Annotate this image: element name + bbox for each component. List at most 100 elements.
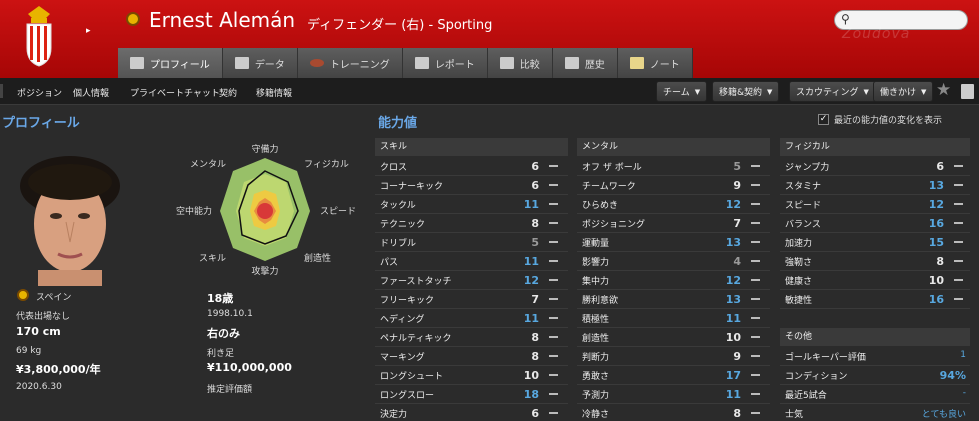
attribute-row[interactable]: バランス 16	[780, 214, 970, 233]
attribute-row[interactable]: コーナーキック 6	[375, 176, 568, 195]
tab-training[interactable]: トレーニング	[297, 48, 403, 78]
no-change-icon	[549, 222, 558, 224]
attribute-value: 9	[733, 350, 741, 363]
attribute-row[interactable]: 集中力 12	[577, 271, 770, 290]
player-menu-arrow-icon[interactable]: ▸	[86, 26, 96, 36]
radar-label: 創造性	[304, 252, 331, 264]
attribute-row[interactable]: 加速力 15	[780, 233, 970, 252]
transfer-contract-dropdown[interactable]: 移籍&契約 ▼	[712, 81, 780, 102]
attribute-row[interactable]: ファーストタッチ 12	[375, 271, 568, 290]
other-row: 士気 とても良い	[780, 404, 970, 421]
attribute-row[interactable]: 積極性 11	[577, 309, 770, 328]
attribute-row[interactable]: スタミナ 13	[780, 176, 970, 195]
attribute-row[interactable]: 勇敢さ 17	[577, 366, 770, 385]
radar-label: 攻撃力	[251, 265, 278, 277]
attribute-row[interactable]: スピード 12	[780, 195, 970, 214]
scouting-dropdown[interactable]: スカウティング ▼	[789, 81, 876, 102]
attribute-row[interactable]: ロングシュート 10	[375, 366, 568, 385]
no-change-icon	[751, 165, 760, 167]
attribute-row[interactable]: ひらめき 12	[577, 195, 770, 214]
attribute-row[interactable]: 創造性 10	[577, 328, 770, 347]
radar-label: 守備力	[251, 143, 278, 155]
tab-compare[interactable]: 比較	[487, 48, 553, 78]
attribute-row[interactable]: タックル 11	[375, 195, 568, 214]
bar-chart-icon	[234, 57, 249, 69]
attribute-label: チームワーク	[582, 182, 636, 192]
attribute-row[interactable]: パス 11	[375, 252, 568, 271]
attribute-row[interactable]: チームワーク 9	[577, 176, 770, 195]
attribute-value: 11	[523, 198, 539, 211]
attribute-row[interactable]: クロス 6	[375, 157, 568, 176]
attribute-label: コーナーキック	[380, 182, 444, 192]
attribute-row[interactable]: 予測力 11	[577, 385, 770, 404]
subnav-private-chat[interactable]: プライベートチャット	[130, 86, 220, 99]
no-change-icon	[549, 260, 558, 262]
tab-report[interactable]: レポート	[402, 48, 488, 78]
attribute-row[interactable]: ペナルティキック 8	[375, 328, 568, 347]
subnav-contract[interactable]: 契約	[219, 86, 237, 99]
attribute-row[interactable]: 冷静さ 8	[577, 404, 770, 421]
attribute-label: 健康さ	[785, 277, 813, 287]
attribute-row[interactable]: ヘディング 11	[375, 309, 568, 328]
subnav-personal[interactable]: 個人情報	[73, 86, 109, 99]
tab-label: 歴史	[584, 59, 605, 71]
attribute-row[interactable]: 強靭さ 8	[780, 252, 970, 271]
attribute-row[interactable]: 敏捷性 16	[780, 290, 970, 309]
attribute-row[interactable]: テクニック 8	[375, 214, 568, 233]
attribute-row[interactable]: ポジショニング 7	[577, 214, 770, 233]
tab-profile[interactable]: プロフィール	[118, 48, 223, 78]
no-change-icon	[751, 241, 760, 243]
attribute-label: 積極性	[582, 315, 610, 325]
attribute-row[interactable]: ロングスロー 18	[375, 385, 568, 404]
attribute-row[interactable]: マーキング 8	[375, 347, 568, 366]
other-header: その他	[780, 328, 970, 346]
notepad-icon[interactable]	[961, 84, 974, 99]
attribute-row[interactable]: オフ ザ ボール 5	[577, 157, 770, 176]
show-change-toggle[interactable]: ✓ 最近の能力値の変化を表示	[818, 113, 942, 126]
attribute-row[interactable]: 勝利意欲 13	[577, 290, 770, 309]
tab-data[interactable]: データ	[222, 48, 298, 78]
attribute-row[interactable]: 健康さ 10	[780, 271, 970, 290]
no-change-icon	[549, 393, 558, 395]
attribute-value: 15	[928, 236, 944, 249]
no-change-icon	[751, 355, 760, 357]
nationality[interactable]: スペイン	[36, 290, 71, 303]
subnav-position[interactable]: ポジション	[17, 86, 62, 99]
tab-label: データ	[254, 59, 285, 71]
team-dropdown[interactable]: チーム ▼	[656, 81, 708, 102]
attribute-label: 判断力	[582, 353, 610, 363]
no-change-icon	[549, 412, 558, 414]
attribute-row[interactable]: フリーキック 7	[375, 290, 568, 309]
attribute-label: オフ ザ ボール	[582, 163, 642, 173]
attribute-value: 13	[725, 293, 741, 306]
attribute-label: 勇敢さ	[582, 372, 610, 382]
interact-dropdown[interactable]: 働きかけ ▼	[873, 81, 934, 102]
no-change-icon	[751, 260, 760, 262]
date-of-birth: 1998.10.1	[207, 309, 253, 319]
dropdown-label: スカウティング	[796, 88, 859, 98]
attribute-row[interactable]: ドリブル 5	[375, 233, 568, 252]
attribute-value: 8	[531, 350, 539, 363]
attribute-row[interactable]: 決定力 6	[375, 404, 568, 421]
attribute-row[interactable]: ジャンプ力 6	[780, 157, 970, 176]
attribute-row[interactable]: 判断力 9	[577, 347, 770, 366]
dropdown-label: 働きかけ	[880, 88, 917, 98]
checkbox-checked-icon[interactable]: ✓	[818, 114, 829, 125]
no-change-icon	[751, 317, 760, 319]
attribute-value: 7	[733, 217, 741, 230]
tab-label: ノート	[649, 59, 680, 71]
tab-notes[interactable]: ノート	[617, 48, 693, 78]
attribute-row[interactable]: 運動量 13	[577, 233, 770, 252]
attribute-row[interactable]: 影響力 4	[577, 252, 770, 271]
star-icon[interactable]: ★	[936, 80, 951, 100]
attribute-value: 12	[725, 198, 741, 211]
attribute-label: ファーストタッチ	[380, 277, 452, 287]
radar-label: スキル	[199, 254, 226, 264]
attribute-value: 5	[531, 236, 539, 249]
radar-label: メンタル	[190, 159, 226, 170]
tab-label: トレーニング	[329, 59, 390, 71]
no-change-icon	[549, 355, 558, 357]
tab-history[interactable]: 歴史	[552, 48, 618, 78]
header-bar: ▸ Ernest Alemán ディフェンダー (右) - Sporting ⚲…	[0, 0, 979, 78]
subnav-transfer-info[interactable]: 移籍情報	[256, 86, 292, 99]
